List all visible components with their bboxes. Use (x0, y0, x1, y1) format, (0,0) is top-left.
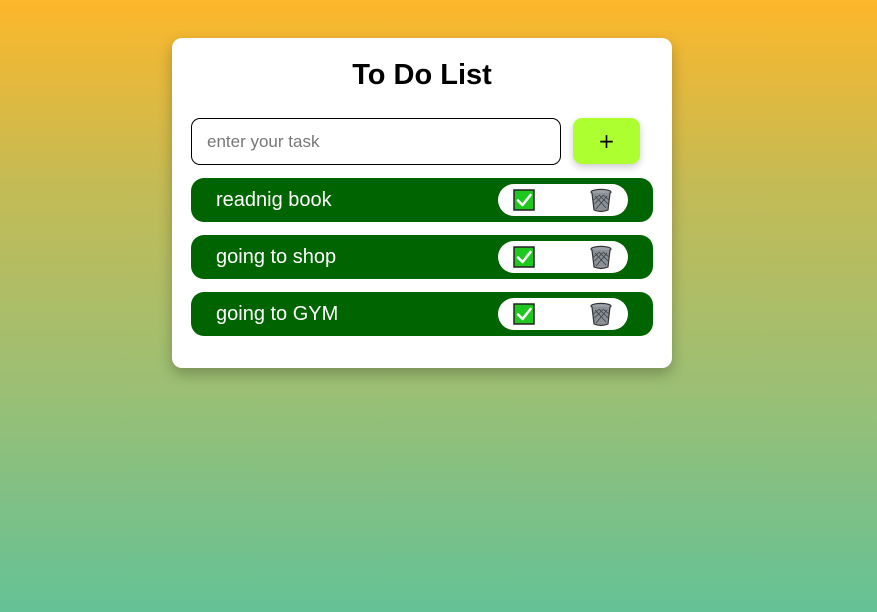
task-actions (498, 298, 628, 330)
todo-card: To Do List + readnig book (172, 38, 672, 368)
delete-task-button[interactable] (589, 188, 613, 213)
task-actions (498, 241, 628, 273)
check-icon (513, 303, 535, 325)
task-input[interactable] (191, 118, 561, 165)
check-icon (513, 189, 535, 211)
trash-icon (590, 302, 612, 327)
task-text: readnig book (216, 189, 332, 211)
task-text: going to GYM (216, 303, 339, 325)
complete-task-button[interactable] (513, 189, 535, 211)
page-title: To Do List (352, 59, 492, 91)
task-list: readnig book going to shop going to GYM (191, 178, 653, 349)
complete-task-button[interactable] (513, 246, 535, 268)
check-icon (513, 246, 535, 268)
task-item: readnig book (191, 178, 653, 222)
complete-task-button[interactable] (513, 303, 535, 325)
add-task-button[interactable]: + (573, 118, 640, 164)
delete-task-button[interactable] (589, 245, 613, 270)
delete-task-button[interactable] (589, 302, 613, 327)
task-actions (498, 184, 628, 216)
trash-icon (590, 188, 612, 213)
task-item: going to shop (191, 235, 653, 279)
task-item: going to GYM (191, 292, 653, 336)
trash-icon (590, 245, 612, 270)
task-text: going to shop (216, 246, 337, 268)
